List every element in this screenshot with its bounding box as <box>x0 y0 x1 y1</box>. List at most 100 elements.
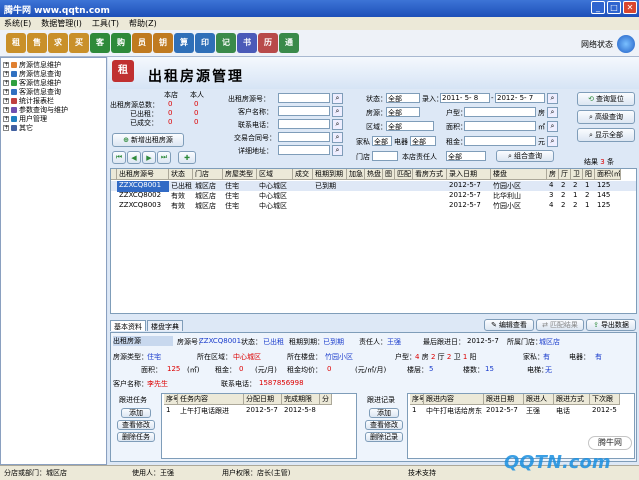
deal-no-input[interactable] <box>278 132 330 142</box>
grid-header[interactable]: 厅 <box>559 169 571 180</box>
layout-search-icon[interactable]: ⌕ <box>547 107 558 118</box>
client-input[interactable] <box>278 106 330 116</box>
subgrid-header[interactable]: 分 <box>320 394 332 405</box>
grid-header[interactable]: 租期到期 <box>313 169 347 180</box>
listing-grid[interactable]: 出租房源号 状态 门店 房屋类型 区域 成交 租期到期 加急 热盘图匹配 看房方式 录入日期 楼盘房厅… <box>110 168 637 314</box>
menu-tools[interactable]: 工具(T) <box>92 18 119 29</box>
size-input[interactable] <box>464 121 536 131</box>
client-rent-tool-button[interactable]: 客 <box>90 33 110 53</box>
grid-header[interactable]: 加急 <box>347 169 365 180</box>
date-from-select[interactable]: 2011- 5- 8 <box>440 93 490 103</box>
layout-input[interactable] <box>464 107 536 117</box>
subgrid-header[interactable]: 完成期限 <box>282 394 320 405</box>
close-button[interactable]: ✕ <box>623 1 637 14</box>
task-edit-button[interactable]: 查看修改 <box>117 420 155 430</box>
grid-header[interactable]: 楼盘 <box>491 169 547 180</box>
tab-basic-info[interactable]: 基本资料 <box>110 320 146 331</box>
task-delete-button[interactable]: 删除任务 <box>117 432 155 442</box>
subgrid-header[interactable]: 下次跟 <box>590 394 620 405</box>
grid-header[interactable]: 看房方式 <box>413 169 447 180</box>
grid-header[interactable]: 热盘 <box>365 169 383 180</box>
subgrid-header[interactable]: 任务内容 <box>178 394 244 405</box>
client-buy-tool-button[interactable]: 购 <box>111 33 131 53</box>
grid-header[interactable]: 房 <box>547 169 559 180</box>
sell-tool-button[interactable]: 售 <box>27 33 47 53</box>
book-tool-button[interactable]: 书 <box>237 33 257 53</box>
menu-help[interactable]: 帮助(Z) <box>129 18 157 29</box>
first-record-button[interactable]: ⏮ <box>112 151 126 164</box>
size-search-icon[interactable]: ⌕ <box>547 121 558 132</box>
subgrid-header[interactable]: 分配日期 <box>244 394 282 405</box>
deal-no-search-icon[interactable]: ⌕ <box>332 132 343 143</box>
store-select[interactable] <box>372 151 398 161</box>
phone-search-icon[interactable]: ⌕ <box>332 119 343 130</box>
minimize-button[interactable]: _ <box>591 1 605 14</box>
last-record-button[interactable]: ⏭ <box>157 151 171 164</box>
house-no-input[interactable] <box>278 93 330 103</box>
export-data-button[interactable]: ⇪ 导出数据 <box>586 319 636 331</box>
menu-system[interactable]: 系统(E) <box>4 18 31 29</box>
address-input[interactable] <box>278 145 330 155</box>
show-all-button[interactable]: ⌕ 显示全部 <box>577 128 635 142</box>
subgrid-header[interactable]: 跟进方式 <box>554 394 590 405</box>
grid-header[interactable]: 成交 <box>293 169 313 180</box>
address-search-icon[interactable]: ⌕ <box>332 145 343 156</box>
calculator-tool-button[interactable]: 算 <box>174 33 194 53</box>
subgrid-header[interactable]: 跟进人 <box>524 394 554 405</box>
tasks-grid[interactable]: 序号任务内容分配日期完成期限分 1 上午打电话跟进 2012-5-7 2012-5-8 <box>161 393 357 459</box>
date-to-select[interactable]: 2012- 5- 7 <box>495 93 545 103</box>
grid-header[interactable]: 状态 <box>169 169 193 180</box>
expand-icon[interactable]: + <box>3 88 9 95</box>
menu-data[interactable]: 数据管理(I) <box>41 18 82 29</box>
edit-view-button[interactable]: ✎ 编辑查看 <box>484 319 534 331</box>
house-no-search-icon[interactable]: ⌕ <box>332 93 343 104</box>
phone-input[interactable] <box>278 119 330 129</box>
network-icon[interactable] <box>617 35 635 53</box>
combo-search-button[interactable]: ⌕ 组合查询 <box>496 150 554 162</box>
expand-icon[interactable]: + <box>3 124 9 131</box>
client-search-icon[interactable]: ⌕ <box>332 106 343 117</box>
record-edit-button[interactable]: 查看修改 <box>365 420 403 430</box>
appliance-select[interactable]: 全部 <box>410 136 436 146</box>
expand-icon[interactable]: + <box>3 61 9 68</box>
reset-query-button[interactable]: ⟲ 查询复位 <box>577 92 635 106</box>
grid-header[interactable]: 匹配 <box>395 169 413 180</box>
contacts-tool-button[interactable]: 通 <box>279 33 299 53</box>
maximize-button[interactable]: □ <box>607 1 621 14</box>
rent-tool-button[interactable]: 租 <box>6 33 26 53</box>
tab-estate-dict[interactable]: 楼盘字典 <box>147 320 183 331</box>
agent-select[interactable]: 全部 <box>446 151 486 161</box>
date-search-icon[interactable]: ⌕ <box>547 93 558 104</box>
match-result-button[interactable]: ⇄ 匹配结果 <box>536 319 584 331</box>
expand-icon[interactable]: + <box>3 115 9 122</box>
calendar-tool-button[interactable]: 历 <box>258 33 278 53</box>
subgrid-header[interactable]: 序号 <box>164 394 178 405</box>
expand-icon[interactable]: + <box>3 106 9 113</box>
next-record-button[interactable]: ▶ <box>142 151 156 164</box>
refresh-button[interactable]: ✚ <box>178 151 196 164</box>
grid-header[interactable]: 房屋类型 <box>223 169 257 180</box>
grid-header[interactable]: 录入日期 <box>447 169 491 180</box>
want-buy-tool-button[interactable]: 买 <box>69 33 89 53</box>
advanced-query-button[interactable]: ⌕ 高级查询 <box>577 110 635 124</box>
status-select[interactable]: 全部 <box>386 93 420 103</box>
grid-header[interactable]: 出租房源号 <box>117 169 169 180</box>
rent-input[interactable] <box>464 136 536 146</box>
expand-icon[interactable]: + <box>3 97 9 104</box>
task-add-button[interactable]: 添加 <box>121 408 151 418</box>
grid-header[interactable]: 门店 <box>193 169 223 180</box>
tree-item[interactable]: + 其它 <box>3 123 104 132</box>
expand-icon[interactable]: + <box>3 70 9 77</box>
want-rent-tool-button[interactable]: 求 <box>48 33 68 53</box>
record-delete-button[interactable]: 删除记录 <box>365 432 403 442</box>
grid-header[interactable]: 区域 <box>257 169 293 180</box>
expand-icon[interactable]: + <box>3 79 9 86</box>
record-add-button[interactable]: 添加 <box>369 408 399 418</box>
grid-header[interactable]: 阳 <box>583 169 595 180</box>
prev-record-button[interactable]: ◀ <box>127 151 141 164</box>
print-tool-button[interactable]: 印 <box>195 33 215 53</box>
grid-header[interactable]: 图 <box>383 169 395 180</box>
rent-search-icon[interactable]: ⌕ <box>547 136 558 147</box>
add-rental-button[interactable]: ⊕ 新增出租房源 <box>112 133 184 147</box>
room-type-select[interactable]: 全部 <box>386 107 420 117</box>
